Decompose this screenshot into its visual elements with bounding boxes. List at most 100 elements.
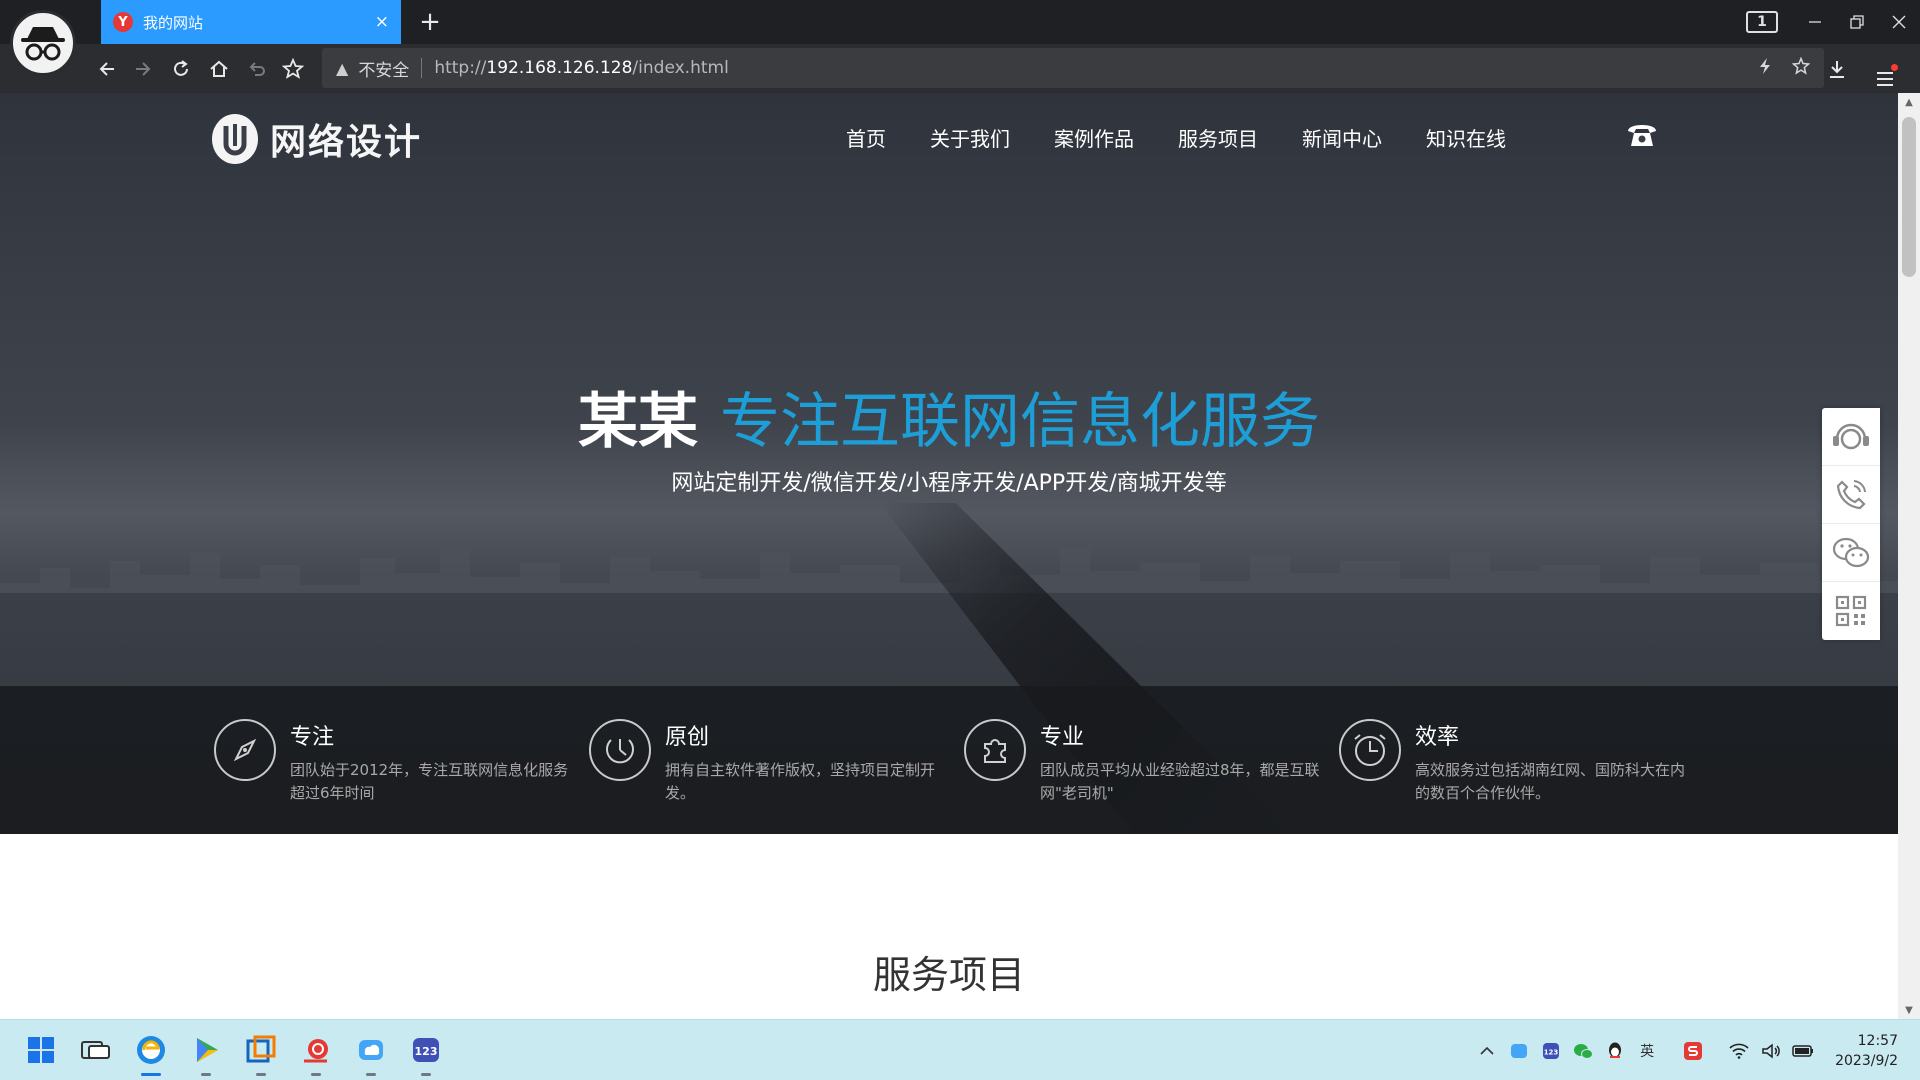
- hero-brand: 某某: [578, 387, 698, 457]
- hero-banner: 网络设计 首页 关于我们 案例作品 服务项目 新闻中心 知识在线 某某 专注互联网…: [0, 93, 1898, 834]
- site-favicon-icon: Y: [113, 12, 133, 32]
- feature-desc: 高效服务过包括湖南红网、国防科大在内的数百个合作伙伴。: [1415, 761, 1686, 802]
- menu-icon[interactable]: [1870, 64, 1900, 94]
- download-icon[interactable]: [1822, 54, 1852, 84]
- tab-title: 我的网站: [143, 13, 204, 32]
- nav-home[interactable]: 首页: [846, 123, 886, 152]
- url-separator: [421, 58, 423, 78]
- tray-ime-indicator[interactable]: 英: [1633, 1037, 1661, 1065]
- compass-icon: [214, 719, 276, 781]
- favorite-star-icon[interactable]: [1791, 55, 1811, 80]
- feature-item: 专注 团队始于2012年，专注互联网信息化服务超过6年时间: [214, 719, 574, 805]
- browser-toolbar: ▲ 不安全 http:// 192.168.126.128 /index.htm…: [0, 44, 1920, 93]
- svg-text:123: 123: [415, 1045, 438, 1058]
- feature-desc: 团队始于2012年，专注互联网信息化服务超过6年时间: [290, 761, 569, 802]
- task-view-icon[interactable]: [76, 1030, 116, 1070]
- logo-mark-icon: [212, 114, 258, 164]
- undo-close-tab-icon[interactable]: [242, 54, 272, 84]
- address-bar[interactable]: ▲ 不安全 http:// 192.168.126.128 /index.htm…: [322, 48, 1824, 88]
- svg-text:123: 123: [1544, 1048, 1559, 1056]
- floating-contact-tools: [1822, 408, 1880, 640]
- scroll-up-icon[interactable]: ▲: [1898, 93, 1920, 111]
- taskbar-cloud-drive-icon[interactable]: [351, 1030, 391, 1076]
- tab-count-button[interactable]: 1: [1746, 11, 1778, 33]
- taskbar-vm-icon[interactable]: [241, 1030, 281, 1076]
- url-prefix: http://: [434, 58, 487, 78]
- taskbar-browser-icon[interactable]: [131, 1030, 171, 1076]
- feature-title: 原创: [665, 725, 710, 750]
- running-indicator: [421, 1073, 431, 1076]
- wifi-icon[interactable]: [1725, 1037, 1753, 1065]
- main-nav: 首页 关于我们 案例作品 服务项目 新闻中心 知识在线: [846, 123, 1550, 152]
- nav-news[interactable]: 新闻中心: [1302, 123, 1382, 152]
- taskbar-clock[interactable]: 12:57 2023/9/2: [1835, 1031, 1898, 1071]
- home-icon[interactable]: [204, 54, 234, 84]
- site-logo[interactable]: 网络设计: [212, 113, 422, 165]
- feature-title: 效率: [1415, 725, 1460, 750]
- scroll-down-icon[interactable]: ▼: [1898, 1001, 1920, 1019]
- clock-icon: [1339, 719, 1401, 781]
- window-controls: 1: [1746, 0, 1920, 44]
- feature-title: 专注: [290, 725, 335, 750]
- tray-wechat-icon[interactable]: [1569, 1037, 1597, 1065]
- hero-subtitle: 网站定制开发/微信开发/小程序开发/APP开发/商城开发等: [671, 471, 1227, 496]
- nav-knowledge[interactable]: 知识在线: [1426, 123, 1506, 152]
- headset-icon[interactable]: [1822, 408, 1880, 466]
- dial-icon: [589, 719, 651, 781]
- forward-icon[interactable]: [128, 54, 158, 84]
- toolbar-right: [1822, 54, 1900, 86]
- incognito-avatar-icon[interactable]: [10, 10, 76, 76]
- running-indicator: [366, 1073, 376, 1076]
- tray-qq-icon[interactable]: [1601, 1037, 1629, 1065]
- browser-tab-active[interactable]: Y 我的网站 ×: [101, 0, 401, 44]
- system-tray: 123 英 12:57 2023/9/2: [1469, 1020, 1920, 1080]
- close-window-icon[interactable]: [1878, 0, 1920, 44]
- tray-cloud-icon[interactable]: [1505, 1037, 1533, 1065]
- browser-tab-bar: Y 我的网站 × + 1: [0, 0, 1920, 44]
- back-icon[interactable]: [92, 54, 122, 84]
- feature-title: 专业: [1040, 725, 1085, 750]
- restore-icon[interactable]: [1836, 0, 1878, 44]
- tab-close-icon[interactable]: ×: [375, 12, 389, 32]
- scroll-thumb[interactable]: [1902, 117, 1916, 277]
- feature-desc: 团队成员平均从业经验超过8年，都是互联网"老司机": [1040, 761, 1320, 802]
- qrcode-icon[interactable]: [1822, 582, 1880, 640]
- tray-123-icon[interactable]: 123: [1537, 1037, 1565, 1065]
- taskbar-123-pan-icon[interactable]: 123: [406, 1030, 446, 1076]
- feature-desc: 拥有自主软件著作版权，坚持项目定制开发。: [665, 761, 936, 802]
- warning-icon: ▲: [336, 58, 349, 78]
- new-tab-button[interactable]: +: [414, 6, 446, 38]
- taskbar: 123 123 英 12:57 2023/9/2: [0, 1019, 1920, 1080]
- security-label[interactable]: 不安全: [358, 56, 409, 81]
- active-indicator: [141, 1073, 161, 1076]
- lightning-icon[interactable]: [1758, 57, 1772, 80]
- url-path: /index.html: [632, 58, 729, 78]
- taskbar-snail-app-icon[interactable]: [296, 1030, 336, 1076]
- logo-text: 网络设计: [270, 122, 423, 163]
- phone-icon[interactable]: [1822, 466, 1880, 524]
- site-header: 网络设计 首页 关于我们 案例作品 服务项目 新闻中心 知识在线: [0, 93, 1898, 183]
- minimize-icon[interactable]: [1794, 0, 1836, 44]
- menu-notification-dot: [1891, 64, 1898, 71]
- battery-icon[interactable]: [1789, 1037, 1817, 1065]
- clock-date: 2023/9/2: [1835, 1052, 1898, 1069]
- volume-icon[interactable]: [1757, 1037, 1785, 1065]
- taskbar-media-player-icon[interactable]: [186, 1030, 226, 1076]
- bookmark-star-icon[interactable]: [278, 54, 308, 84]
- running-indicator: [311, 1073, 321, 1076]
- tray-overflow-chevron-icon[interactable]: [1473, 1037, 1501, 1065]
- feature-item: 原创 拥有自主软件著作版权，坚持项目定制开发。: [589, 719, 949, 805]
- hero-headline: 专注互联网信息化服务: [720, 387, 1320, 457]
- telephone-icon[interactable]: [1626, 121, 1658, 153]
- puzzle-icon: [964, 719, 1026, 781]
- nav-about[interactable]: 关于我们: [930, 123, 1010, 152]
- page-scrollbar[interactable]: ▲ ▼: [1898, 93, 1920, 1019]
- start-windows-icon[interactable]: [21, 1030, 61, 1070]
- nav-services[interactable]: 服务项目: [1178, 123, 1258, 152]
- feature-item: 专业 团队成员平均从业经验超过8年，都是互联网"老司机": [964, 719, 1324, 805]
- reload-icon[interactable]: [166, 54, 196, 84]
- tray-sogou-icon[interactable]: [1679, 1037, 1707, 1065]
- wechat-icon[interactable]: [1822, 524, 1880, 582]
- page-viewport: 网络设计 首页 关于我们 案例作品 服务项目 新闻中心 知识在线 某某 专注互联网…: [0, 93, 1898, 1019]
- nav-cases[interactable]: 案例作品: [1054, 123, 1134, 152]
